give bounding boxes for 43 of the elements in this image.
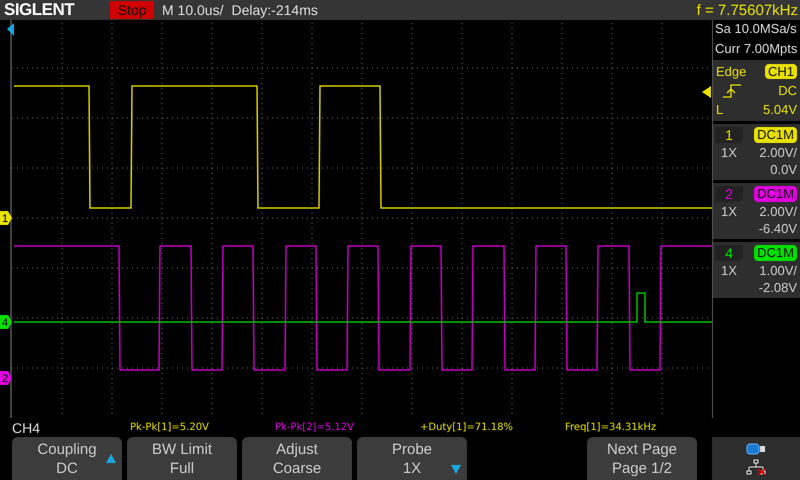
channel-coupling: DC1M	[754, 245, 797, 261]
frequency-readout: f = 7.75607kHz	[696, 2, 799, 18]
measurement-readout: Freq[1]=34.31kHz	[565, 422, 658, 433]
sample-rate: Sa 10.0MSa/s	[714, 20, 798, 37]
softkey[interactable]: Coupling DC	[12, 437, 122, 480]
menu-title: CH4	[11, 420, 42, 436]
measurement-readout: +Duty[1]=71.18%	[420, 422, 514, 433]
volts-per-division: 2.00V/	[758, 145, 797, 160]
probe-ratio: 1X	[720, 263, 738, 278]
usb-device-icon	[746, 442, 766, 454]
rising-edge-icon	[722, 84, 742, 98]
softkey[interactable]: Next Page Page 1/2	[587, 437, 697, 480]
channel-marker[interactable]: 4	[0, 315, 12, 329]
measurement-readout: Pk-Pk[1]=5.20V	[130, 422, 210, 433]
trigger-type: Edge	[716, 64, 748, 79]
channel-offset: -6.40V	[758, 221, 797, 236]
probe-ratio: 1X	[720, 145, 738, 160]
trigger-coupling: DC	[777, 83, 797, 98]
channel-marker[interactable]: 2	[0, 371, 12, 385]
channel-coupling: DC1M	[754, 127, 797, 143]
volts-per-division: 1.00V/	[758, 263, 797, 278]
trigger-source: CH1	[764, 64, 797, 79]
memory-depth: Curr 7.00Mpts	[714, 40, 798, 57]
channel-number[interactable]: 4	[715, 245, 743, 261]
level-label: L	[716, 102, 724, 117]
channel-offset: 0.0V	[769, 162, 797, 177]
volts-per-division: 2.00V/	[758, 204, 797, 219]
brand-logo: SIGLENT	[4, 0, 76, 20]
softkey[interactable]: Adjust Coarse	[242, 437, 352, 480]
channel-number[interactable]: 2	[715, 186, 743, 202]
timebase: M 10.0us/	[162, 2, 224, 18]
softkey[interactable]: BW Limit Full	[127, 437, 237, 480]
channel-marker[interactable]: 1	[0, 211, 12, 225]
channel-offset: -2.08V	[758, 280, 797, 295]
measurement-readout: Pk-Pk[2]=5.12V	[275, 422, 355, 433]
trigger-position-marker[interactable]	[7, 23, 14, 36]
channel-number[interactable]: 1	[715, 127, 743, 143]
delay: Delay:-214ms	[231, 2, 318, 18]
trigger-level: 5.04V	[763, 102, 797, 117]
channel-coupling: DC1M	[754, 186, 797, 202]
network-disconnected-icon	[746, 458, 766, 474]
softkey[interactable]: Probe 1X	[357, 437, 467, 480]
probe-ratio: 1X	[720, 204, 738, 219]
